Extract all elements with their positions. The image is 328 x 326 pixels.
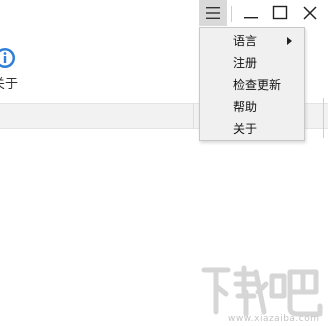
menu-item-help[interactable]: 帮助 xyxy=(233,97,257,117)
menu-button[interactable] xyxy=(199,0,227,26)
maximize-icon xyxy=(272,5,288,20)
menu-item-label: 检查更新 xyxy=(233,78,282,92)
watermark-text: www.xiazaiba.com xyxy=(228,314,320,324)
menu-item-about[interactable]: 关于 xyxy=(233,119,257,139)
close-icon xyxy=(303,6,317,20)
hamburger-icon xyxy=(206,7,220,19)
info-icon[interactable] xyxy=(0,47,16,69)
column-separator[interactable] xyxy=(193,103,194,129)
menu-item-register[interactable]: 注册 xyxy=(233,53,257,73)
panel-edge xyxy=(323,98,324,138)
main-menu-dropdown: 语言 注册 检查更新 帮助 关于 xyxy=(199,27,305,141)
menu-item-language[interactable]: 语言 xyxy=(233,31,257,51)
minimize-icon xyxy=(244,17,258,19)
menu-item-label: 语言 xyxy=(233,34,258,48)
menu-item-label: 注册 xyxy=(233,56,258,70)
minimize-button[interactable] xyxy=(238,0,264,26)
menu-item-check-update[interactable]: 检查更新 xyxy=(233,75,281,95)
close-button[interactable] xyxy=(297,0,323,26)
about-label[interactable]: 关于 xyxy=(0,73,18,92)
title-bar-divider xyxy=(231,6,232,22)
menu-item-label: 帮助 xyxy=(233,100,258,114)
submenu-arrow-icon xyxy=(287,37,292,45)
maximize-button[interactable] xyxy=(267,0,293,26)
menu-item-label: 关于 xyxy=(233,122,258,136)
